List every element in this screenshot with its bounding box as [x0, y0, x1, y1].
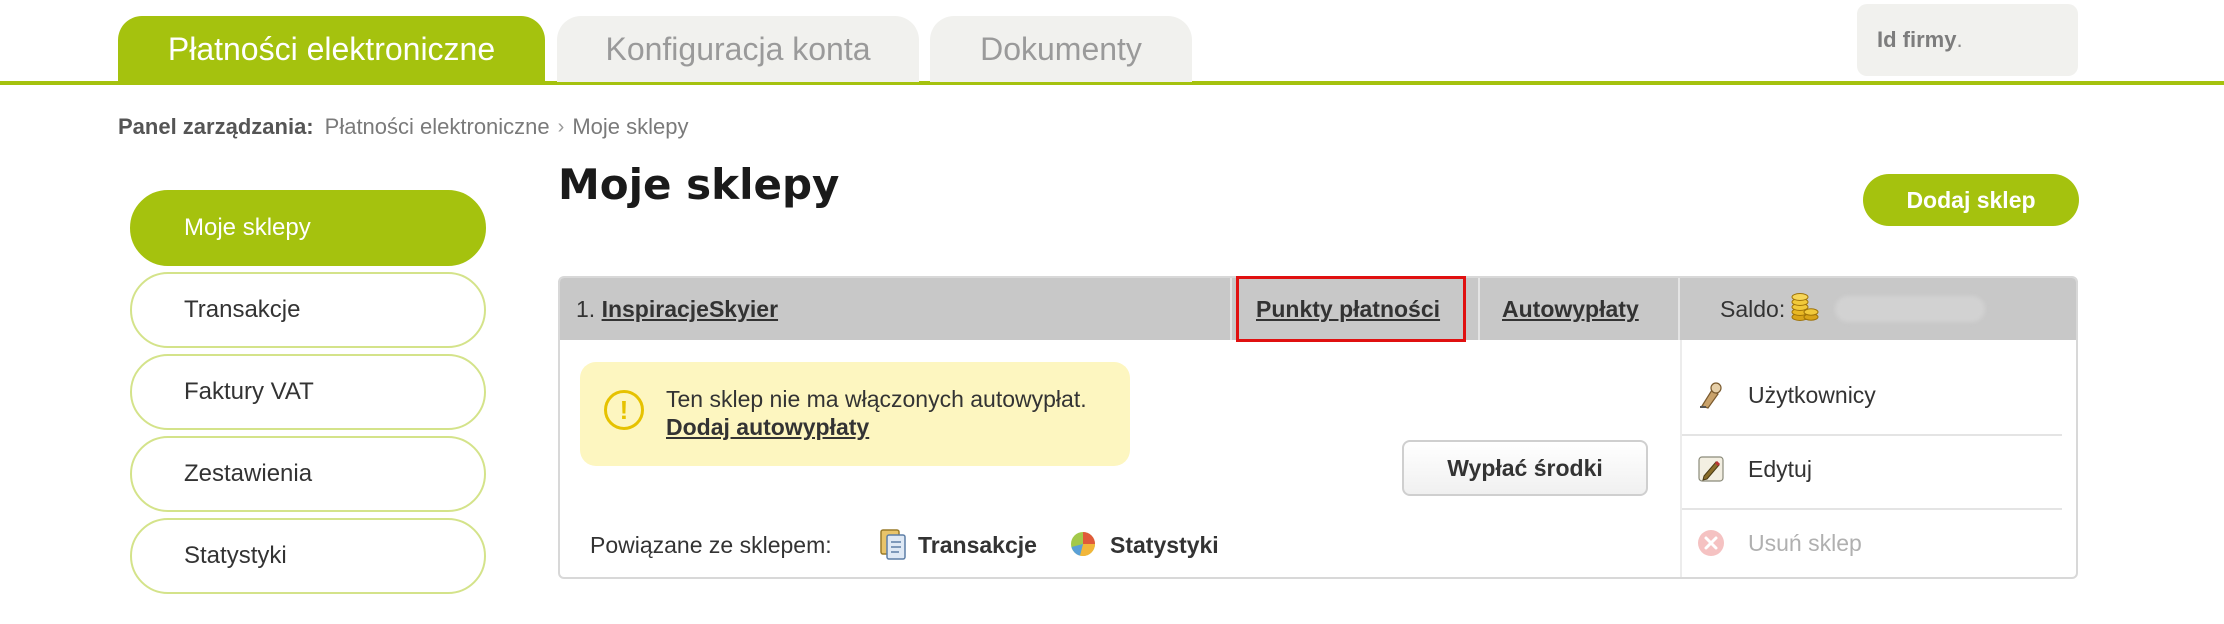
related-label: Powiązane ze sklepem:	[590, 532, 832, 558]
related-transactions-link[interactable]: Transakcje	[918, 532, 1037, 559]
clipboard-icon	[880, 529, 906, 560]
breadcrumb-link-platnosci[interactable]: Płatności elektroniczne	[325, 114, 550, 140]
breadcrumb-label: Panel zarządzania:	[118, 114, 314, 139]
saldo-value-redacted	[1835, 296, 1985, 322]
sidebar-item-faktury-vat[interactable]: Faktury VAT	[130, 354, 486, 430]
breadcrumb-current: Moje sklepy	[572, 114, 689, 139]
tab-dokumenty[interactable]: Dokumenty	[930, 16, 1192, 82]
shop-card: 1. InspiracjeSkyier Punkty płatności Aut…	[558, 276, 2078, 579]
shop-name-link[interactable]: InspiracjeSkyier	[602, 296, 778, 322]
breadcrumb: Panel zarządzania: Płatności elektronicz…	[118, 114, 688, 140]
company-id-label: Id firmy	[1877, 27, 1957, 52]
header-divider	[1478, 278, 1480, 340]
page-title: Moje sklepy	[558, 160, 840, 209]
users-action[interactable]: Użytkownicy	[1682, 358, 2062, 432]
delete-icon	[1696, 528, 1726, 558]
add-autopayouts-link[interactable]: Dodaj autowypłaty	[666, 414, 869, 441]
header-divider	[1230, 278, 1232, 340]
tab-konfiguracja-konta[interactable]: Konfiguracja konta	[557, 16, 919, 82]
payment-points-highlight	[1236, 276, 1466, 342]
pencil-icon	[1696, 454, 1726, 484]
delete-shop-label: Usuń sklep	[1748, 529, 1862, 556]
company-id-box: Id firmy.	[1857, 4, 2078, 76]
coins-icon	[1791, 293, 1819, 321]
shop-title: 1. InspiracjeSkyier	[576, 296, 778, 323]
sidebar-item-zestawienia[interactable]: Zestawienia	[130, 436, 486, 512]
autopayout-notice: ! Ten sklep nie ma włączonych autowypłat…	[580, 362, 1130, 466]
sidebar-item-transakcje[interactable]: Transakcje	[130, 272, 486, 348]
company-id-value: .	[1956, 27, 1963, 52]
notice-text: Ten sklep nie ma włączonych autowypłat.	[666, 386, 1087, 412]
related-statistics-link[interactable]: Statystyki	[1110, 532, 1219, 559]
edit-action[interactable]: Edytuj	[1682, 432, 2062, 506]
warning-icon: !	[604, 390, 644, 430]
header-divider	[1678, 278, 1680, 340]
users-label: Użytkownicy	[1748, 381, 1876, 408]
sidebar-item-moje-sklepy[interactable]: Moje sklepy	[130, 190, 486, 266]
shop-index: 1.	[576, 296, 596, 322]
withdraw-funds-button[interactable]: Wypłać środki	[1402, 440, 1648, 496]
pie-chart-icon	[1071, 532, 1095, 556]
edit-label: Edytuj	[1748, 455, 1812, 482]
tab-platnosci-elektroniczne[interactable]: Płatności elektroniczne	[118, 16, 545, 82]
add-shop-button[interactable]: Dodaj sklep	[1863, 174, 2079, 226]
users-icon	[1696, 380, 1726, 410]
delete-shop-action[interactable]: Usuń sklep	[1682, 506, 2062, 580]
sidebar-item-statystyki[interactable]: Statystyki	[130, 518, 486, 594]
saldo-label: Saldo:	[1720, 296, 1786, 322]
autopayouts-link[interactable]: Autowypłaty	[1502, 296, 1639, 323]
breadcrumb-separator: ›	[557, 115, 565, 138]
